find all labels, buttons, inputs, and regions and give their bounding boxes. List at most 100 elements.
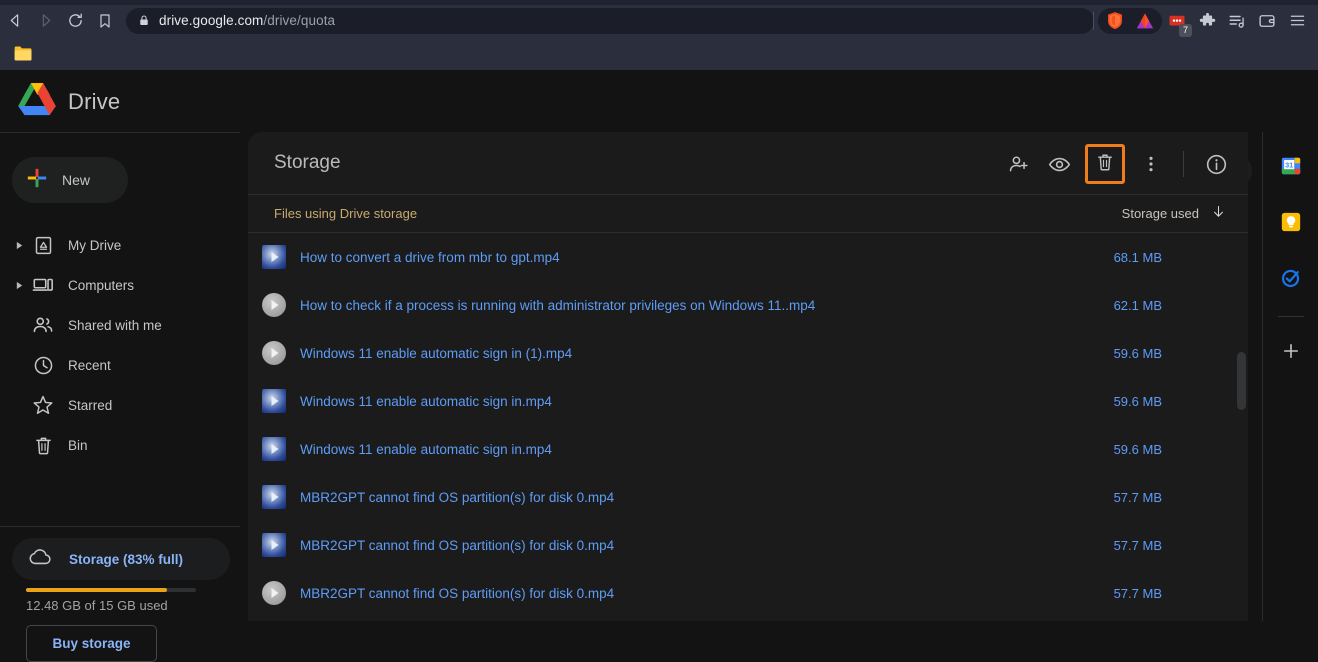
file-size-value: 57.7 MB [1113,537,1162,553]
get-addons-button[interactable] [1263,325,1318,381]
file-name-link[interactable]: How to check if a process is running wit… [300,298,815,313]
red-extension-icon[interactable]: 7 [1162,6,1192,37]
play-triangle-icon [271,492,279,502]
share-button[interactable] [999,144,1039,184]
video-thumbnail-icon [262,389,286,413]
play-triangle-icon [271,588,279,598]
extension-badge: 7 [1179,23,1192,37]
file-name-link[interactable]: Windows 11 enable automatic sign in (1).… [300,346,572,361]
table-row[interactable]: Windows 11 enable automatic sign in (1).… [248,329,1248,377]
more-options-button[interactable] [1131,144,1171,184]
google-keep-button[interactable] [1263,196,1318,252]
sidebar-item-label: Starred [68,397,113,413]
bookmark-folder-icon[interactable] [12,43,34,63]
plus-icon [1281,341,1301,366]
play-button-icon [262,293,286,317]
file-size-value: 59.6 MB [1113,441,1162,457]
table-row[interactable]: MBR2GPT cannot find OS partition(s) for … [248,473,1248,521]
table-row[interactable]: How to convert a drive from mbr to gpt.m… [248,233,1248,281]
my-drive-icon [28,235,58,256]
trash-icon [1095,152,1115,177]
google-calendar-button[interactable]: 31 [1263,140,1318,196]
play-triangle-icon [271,300,279,310]
computers-icon [28,274,58,296]
sidebar-item-computers[interactable]: Computers [0,265,240,305]
file-size-value: 57.7 MB [1113,585,1162,601]
browser-navigation-bar: drive.google.com/drive/quota 7 [0,5,1318,37]
sidebar-item-storage[interactable]: Storage (83% full) [12,538,230,580]
details-button[interactable] [1196,144,1236,184]
sidebar-item-shared-with-me[interactable]: Shared with me [0,305,240,345]
brave-shield-icon[interactable] [1100,6,1130,36]
sidebar-item-starred[interactable]: Starred [0,385,240,425]
video-thumbnail-icon [262,437,286,461]
table-row[interactable]: Windows 11 enable automatic sign in.mp4 5… [248,377,1248,425]
file-name-link[interactable]: How to convert a drive from mbr to gpt.m… [300,250,560,265]
content-scrollbar[interactable] [1237,352,1246,410]
play-button-icon [262,341,286,365]
sidebar-item-bin[interactable]: Bin [0,425,240,465]
new-button-label: New [62,172,91,188]
table-row[interactable]: Windows 11 enable automatic sign in.mp4 5… [248,425,1248,473]
storage-used-text: 12.48 GB of 15 GB used [26,598,168,613]
column-header-files[interactable]: Files using Drive storage [274,206,417,221]
sidebar-item-label: My Drive [68,237,122,253]
file-name-link[interactable]: MBR2GPT cannot find OS partition(s) for … [300,586,614,601]
puzzle-extensions-icon[interactable] [1192,6,1222,36]
trash-icon [28,435,58,456]
sidebar-item-label: Recent [68,357,111,373]
browser-toolbar-actions: 7 [1098,5,1318,37]
file-size-value: 59.6 MB [1113,345,1162,361]
remove-button[interactable] [1085,144,1125,184]
chevron-right-icon[interactable] [10,241,28,250]
reload-icon[interactable] [60,6,90,36]
brave-rewards-triangle-icon[interactable] [1130,6,1160,36]
file-list: How to convert a drive from mbr to gpt.m… [248,232,1248,621]
table-row[interactable]: How to check if a process is running wit… [248,281,1248,329]
new-button[interactable]: New [12,157,128,203]
sidebar-item-label: Computers [68,277,135,293]
people-icon [28,314,58,336]
sidebar-nav-list: My Drive Computers Shared with me Recent… [0,225,240,465]
play-triangle-icon [271,444,279,454]
address-bar[interactable]: drive.google.com/drive/quota [126,7,1094,34]
file-name-link[interactable]: Windows 11 enable automatic sign in.mp4 [300,442,552,457]
sidebar-item-my-drive[interactable]: My Drive [0,225,240,265]
preview-button[interactable] [1039,144,1079,184]
plus-multicolor-icon [26,167,48,194]
storage-progress-track [26,588,196,592]
tasks-check-icon [1280,267,1302,294]
right-side-panel: 31 [1262,132,1318,621]
brave-wallet-icon[interactable] [1252,6,1282,36]
file-size-value: 62.1 MB [1113,297,1162,313]
calendar-31-icon: 31 [1280,155,1302,182]
back-arrow-icon[interactable] [0,6,30,36]
play-triangle-icon [271,252,279,262]
table-row[interactable]: MBR2GPT cannot find OS partition(s) for … [248,521,1248,569]
content-action-toolbar [999,144,1236,184]
sidebar-item-recent[interactable]: Recent [0,345,240,385]
url-domain: drive.google.com [159,13,264,28]
chevron-right-icon[interactable] [10,281,28,290]
google-tasks-button[interactable] [1263,252,1318,308]
toolbar-divider [1183,151,1184,177]
file-name-link[interactable]: MBR2GPT cannot find OS partition(s) for … [300,490,614,505]
storage-progress-fill [26,588,168,592]
table-row[interactable]: MBR2GPT cannot find OS partition(s) for … [248,569,1248,617]
forward-arrow-icon [30,6,60,36]
bookmarks-bar [0,36,1318,70]
file-name-link[interactable]: MBR2GPT cannot find OS partition(s) for … [300,538,614,553]
play-triangle-icon [271,540,279,550]
drive-logo-area[interactable]: Drive [18,82,120,121]
video-thumbnail-icon [262,533,286,557]
storage-label: Storage (83% full) [69,551,184,567]
address-bar-url: drive.google.com/drive/quota [159,13,335,28]
file-size-value: 57.7 MB [1113,489,1162,505]
buy-storage-button[interactable]: Buy storage [26,625,157,662]
column-header-storage-used[interactable]: Storage used [1122,204,1226,224]
bookmark-icon[interactable] [90,6,120,36]
hamburger-menu-icon[interactable] [1282,6,1312,36]
clock-icon [28,355,58,376]
brave-playlist-icon[interactable] [1222,6,1252,36]
file-name-link[interactable]: Windows 11 enable automatic sign in.mp4 [300,394,552,409]
